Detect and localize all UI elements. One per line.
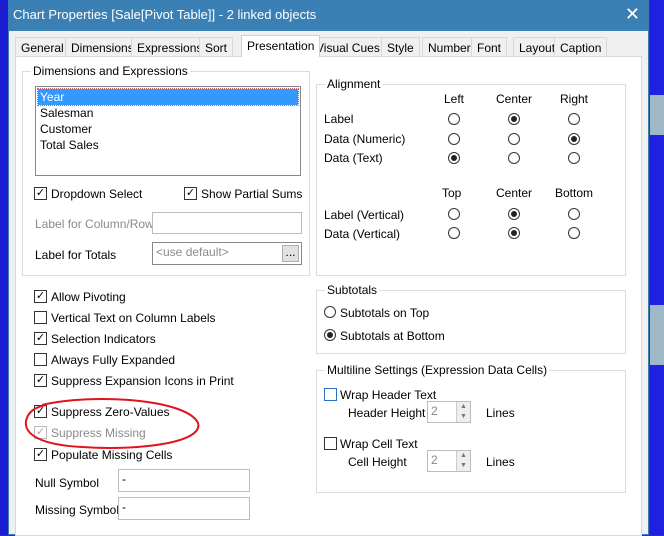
cell-height-stepper[interactable]: 2 ▲ ▼: [427, 450, 471, 472]
col-left: Left: [444, 92, 465, 106]
tab-presentation[interactable]: Presentation: [241, 35, 321, 57]
tab-sort[interactable]: Sort: [199, 37, 234, 57]
vertical-text-label: Vertical Text on Column Labels: [51, 311, 216, 325]
tab-caption[interactable]: Caption: [554, 37, 608, 57]
tab-font[interactable]: Font: [471, 37, 508, 57]
subtotals-bottom-label: Subtotals at Bottom: [340, 329, 445, 343]
data-v-bottom-radio[interactable]: [568, 227, 580, 239]
list-item[interactable]: Total Sales: [38, 137, 298, 153]
missing-symbol-label: Missing Symbol: [35, 503, 120, 517]
presentation-panel: Dimensions and Expressions Year Salesman…: [15, 56, 642, 536]
label-totals-browse-button[interactable]: ...: [282, 245, 299, 262]
label-v-bottom-radio[interactable]: [568, 208, 580, 220]
header-height-label: Header Height: [348, 406, 426, 420]
down-arrow-icon[interactable]: ▼: [456, 461, 470, 471]
subtotals-legend: Subtotals: [325, 283, 380, 297]
alignment-legend: Alignment: [325, 77, 383, 91]
label-center-radio[interactable]: [508, 113, 520, 125]
suppress-expansion-icons-label: Suppress Expansion Icons in Print: [51, 374, 234, 388]
tab-number[interactable]: Number: [422, 37, 477, 57]
selection-indicators-checkbox[interactable]: ✓: [34, 332, 47, 345]
list-item[interactable]: Salesman: [38, 105, 298, 121]
tab-dimensions[interactable]: Dimensions: [65, 37, 140, 57]
header-height-unit: Lines: [486, 406, 515, 420]
tab-style[interactable]: Style: [381, 37, 420, 57]
suppress-expansion-icons-checkbox[interactable]: ✓: [34, 374, 47, 387]
numeric-center-radio[interactable]: [508, 133, 520, 145]
down-arrow-icon[interactable]: ▼: [456, 412, 470, 422]
label-totals-input[interactable]: <use default>: [152, 242, 302, 265]
dimensions-listbox[interactable]: Year Salesman Customer Total Sales: [35, 86, 301, 176]
always-expanded-checkbox[interactable]: [34, 353, 47, 366]
label-right-radio[interactable]: [568, 113, 580, 125]
wrap-header-checkbox[interactable]: [324, 388, 337, 401]
text-right-radio[interactable]: [568, 152, 580, 164]
header-height-stepper[interactable]: 2 ▲ ▼: [427, 401, 471, 423]
subtotals-top-radio[interactable]: [324, 306, 336, 318]
label-totals-label: Label for Totals: [35, 248, 117, 262]
selection-indicators-label: Selection Indicators: [51, 332, 156, 346]
tab-general[interactable]: General: [15, 37, 70, 57]
tab-expressions[interactable]: Expressions: [131, 37, 209, 57]
show-partial-sums-label: Show Partial Sums: [201, 187, 303, 201]
window-title: Chart Properties [Sale[Pivot Table]] - 2…: [13, 7, 317, 22]
multiline-legend: Multiline Settings (Expression Data Cell…: [325, 363, 550, 377]
text-center-radio[interactable]: [508, 152, 520, 164]
dimensions-legend: Dimensions and Expressions: [31, 64, 190, 78]
label-left-radio[interactable]: [448, 113, 460, 125]
show-partial-sums-checkbox[interactable]: ✓: [184, 187, 197, 200]
col-top: Top: [442, 186, 462, 200]
subtotals-group: Subtotals: [316, 283, 626, 354]
vertical-text-checkbox[interactable]: [34, 311, 47, 324]
row-data-vertical: Data (Vertical): [324, 227, 401, 241]
numeric-left-radio[interactable]: [448, 133, 460, 145]
cell-height-unit: Lines: [486, 455, 515, 469]
always-expanded-label: Always Fully Expanded: [51, 353, 176, 367]
null-symbol-input[interactable]: -: [118, 469, 250, 492]
dropdown-select-label: Dropdown Select: [51, 187, 143, 201]
subtotals-bottom-radio[interactable]: [324, 329, 336, 341]
list-item[interactable]: Year: [37, 88, 299, 106]
wrap-header-label: Wrap Header Text: [340, 388, 437, 402]
background-window-right: [650, 0, 664, 535]
cell-height-label: Cell Height: [348, 455, 407, 469]
row-label-vertical: Label (Vertical): [324, 208, 405, 222]
allow-pivoting-label: Allow Pivoting: [51, 290, 126, 304]
col-bottom: Bottom: [555, 186, 594, 200]
close-icon[interactable]: ✕: [625, 4, 640, 25]
list-item[interactable]: Customer: [38, 121, 298, 137]
chart-properties-dialog: Chart Properties [Sale[Pivot Table]] - 2…: [8, 0, 649, 536]
row-label: Label: [324, 112, 354, 126]
up-arrow-icon[interactable]: ▲: [456, 402, 470, 412]
row-data-text: Data (Text): [324, 151, 383, 165]
col-vcenter: Center: [496, 186, 533, 200]
subtotals-top-label: Subtotals on Top: [340, 306, 430, 320]
red-annotation-ellipse: [24, 398, 200, 449]
tab-visual-cues[interactable]: Visual Cues: [310, 37, 386, 57]
null-symbol-label: Null Symbol: [35, 476, 100, 490]
data-v-top-radio[interactable]: [448, 227, 460, 239]
numeric-right-radio[interactable]: [568, 133, 580, 145]
wrap-cell-label: Wrap Cell Text: [340, 437, 418, 451]
text-left-radio[interactable]: [448, 152, 460, 164]
up-arrow-icon[interactable]: ▲: [456, 451, 470, 461]
col-right: Right: [560, 92, 589, 106]
label-v-center-radio[interactable]: [508, 208, 520, 220]
row-data-numeric: Data (Numeric): [324, 132, 406, 146]
data-v-center-radio[interactable]: [508, 227, 520, 239]
allow-pivoting-checkbox[interactable]: ✓: [34, 290, 47, 303]
alignment-group: Alignment: [316, 77, 626, 276]
missing-symbol-input[interactable]: -: [118, 497, 250, 520]
wrap-cell-checkbox[interactable]: [324, 437, 337, 450]
col-center: Center: [496, 92, 533, 106]
label-column-row-input[interactable]: [152, 212, 302, 234]
dropdown-select-checkbox[interactable]: ✓: [34, 187, 47, 200]
label-column-row-label: Label for Column/Row: [35, 217, 154, 231]
title-bar: Chart Properties [Sale[Pivot Table]] - 2…: [9, 1, 648, 31]
label-v-top-radio[interactable]: [448, 208, 460, 220]
